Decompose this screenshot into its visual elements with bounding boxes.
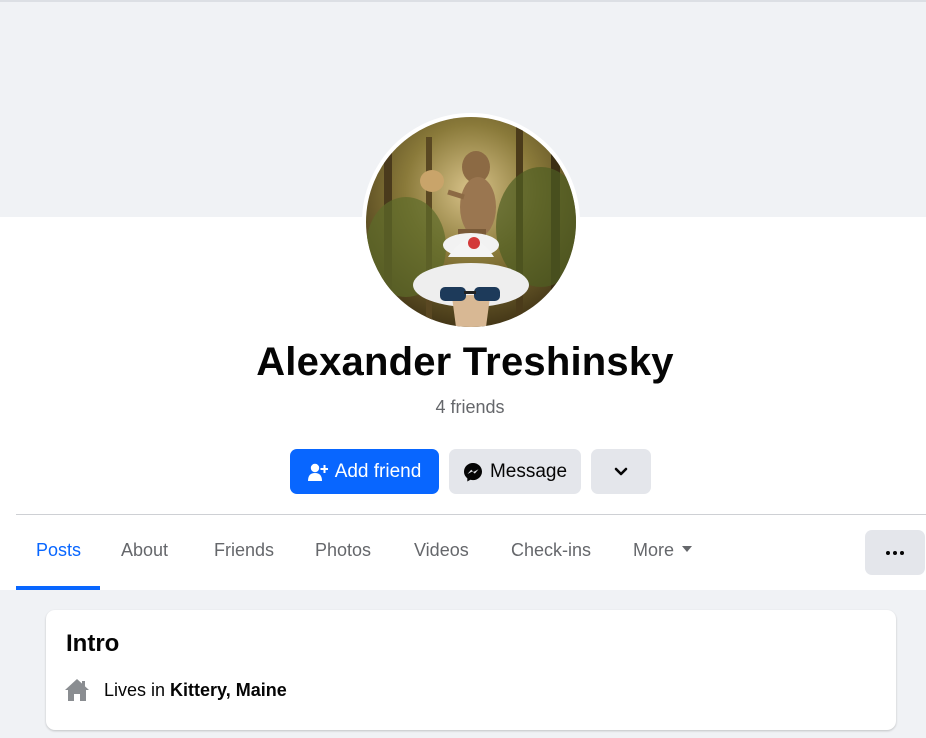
- add-friend-button[interactable]: Add friend: [290, 449, 439, 494]
- home-icon: [64, 678, 90, 702]
- dot: [893, 550, 897, 555]
- intro-title: Intro: [66, 630, 120, 657]
- message-button[interactable]: Message: [449, 449, 581, 494]
- add-friend-label: Add friend: [334, 460, 422, 482]
- active-tab-indicator: [16, 586, 100, 590]
- tab-photos[interactable]: Photos: [315, 540, 371, 561]
- tab-more-label: More: [633, 540, 675, 560]
- friends-count[interactable]: 4 friends: [0, 397, 926, 418]
- more-options-button[interactable]: [865, 530, 925, 575]
- add-person-icon: [307, 463, 328, 481]
- lives-in-place[interactable]: Kittery, Maine: [170, 680, 287, 701]
- profile-options-button[interactable]: [591, 449, 651, 494]
- tab-friends[interactable]: Friends: [214, 540, 274, 561]
- dot: [886, 550, 890, 555]
- lives-in-label: Lives in: [104, 679, 166, 700]
- section-divider: [16, 514, 926, 515]
- dot: [900, 550, 904, 555]
- tab-more[interactable]: More: [633, 540, 693, 561]
- caret-down-icon: [682, 546, 693, 553]
- tab-posts[interactable]: Posts: [36, 540, 81, 561]
- chevron-down-icon: [614, 461, 628, 483]
- intro-card: Intro Lives in Kittery, Maine: [46, 610, 896, 730]
- profile-photo: [366, 117, 576, 327]
- tab-about[interactable]: About: [121, 540, 168, 561]
- profile-name: Alexander Treshinsky: [256, 340, 674, 384]
- lives-in-row: Lives in Kittery, Maine: [64, 678, 287, 702]
- tab-videos[interactable]: Videos: [414, 540, 469, 561]
- avatar[interactable]: [366, 117, 576, 327]
- tab-check-ins[interactable]: Check-ins: [511, 540, 591, 561]
- message-label: Message: [489, 460, 568, 482]
- messenger-icon: [463, 462, 483, 482]
